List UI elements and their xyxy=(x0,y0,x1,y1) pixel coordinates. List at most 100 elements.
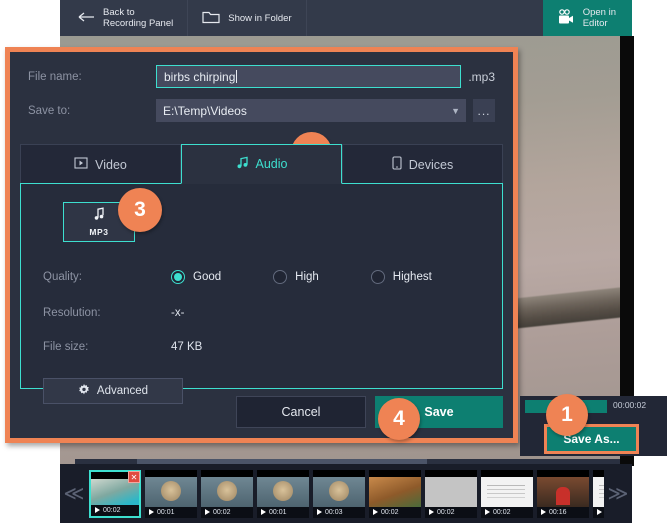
step-badge-1: 1 xyxy=(546,394,588,436)
top-toolbar: Back to Recording Panel Show in Folder O… xyxy=(60,0,632,36)
list-item[interactable]: 00:02 xyxy=(481,469,533,518)
save-to-row: Save to: E:\Temp\Videos ▼ ... xyxy=(28,98,495,123)
cancel-button[interactable]: Cancel xyxy=(236,396,366,428)
browse-folder-button[interactable]: ... xyxy=(473,99,495,122)
thumbnail-duration: 00:02 xyxy=(437,508,455,516)
list-item[interactable]: 00:01 xyxy=(593,469,604,518)
quality-option-high[interactable]: High xyxy=(273,270,319,284)
thumbnail-footer: 00:02 xyxy=(369,506,421,518)
thumbnail-duration: 00:01 xyxy=(157,508,175,516)
dialog-fields: File name: birbs chirping .mp3 Save to: … xyxy=(10,52,513,140)
list-item[interactable]: 00:01 xyxy=(257,469,309,518)
quality-label: Quality: xyxy=(43,271,82,283)
tab-audio[interactable]: Audio xyxy=(181,144,342,184)
play-icon xyxy=(261,509,266,515)
thumbnail-footer: 00:02 xyxy=(91,504,139,516)
play-icon xyxy=(485,509,490,515)
arrow-left-icon xyxy=(78,11,95,26)
format-mp3-label: MP3 xyxy=(89,227,109,237)
quality-row: Quality: Good High Highest xyxy=(43,266,480,288)
list-item[interactable]: 00:02 xyxy=(201,469,253,518)
tab-audio-label: Audio xyxy=(255,157,288,171)
text-caret xyxy=(236,70,238,83)
thumbnail-image xyxy=(425,476,477,507)
resolution-row: Resolution: -x- xyxy=(43,302,480,324)
thumbnail-image xyxy=(369,476,421,507)
save-to-value: E:\Temp\Videos xyxy=(163,103,247,118)
resolution-value: -x- xyxy=(171,307,185,319)
quality-option-high-label: High xyxy=(295,271,319,283)
thumbnail-duration: 00:02 xyxy=(213,508,231,516)
thumbnail-footer: 00:02 xyxy=(201,506,253,518)
list-item[interactable]: 00:01 xyxy=(145,469,197,518)
phone-icon xyxy=(392,156,402,173)
music-note-icon xyxy=(236,156,249,172)
tab-devices[interactable]: Devices xyxy=(342,144,503,184)
show-in-folder-label: Show in Folder xyxy=(228,12,292,24)
file-name-label: File name: xyxy=(28,70,82,83)
thumbnail-image xyxy=(313,476,365,507)
back-button-label: Back to Recording Panel xyxy=(103,7,174,29)
quality-option-good-label: Good xyxy=(193,271,222,283)
list-item[interactable]: 00:02 xyxy=(369,469,421,518)
playback-timestamp: 00:00:02 xyxy=(613,400,647,410)
resolution-label: Resolution: xyxy=(43,307,101,319)
thumbnail-footer: 00:03 xyxy=(313,506,365,518)
audio-settings-panel: MP3 Quality: Good High Highest Resolutio… xyxy=(20,183,503,404)
play-icon xyxy=(95,507,100,513)
filesize-row: File size: 47 KB xyxy=(43,336,480,358)
dialog-actions: Cancel Save xyxy=(10,386,513,438)
list-item[interactable]: 00:03 xyxy=(313,469,365,518)
list-item[interactable]: 00:16 xyxy=(537,469,589,518)
format-tabs: Video Audio Devices xyxy=(20,144,503,184)
thumbnail-image xyxy=(481,476,533,507)
thumbnail-duration: 00:02 xyxy=(381,508,399,516)
file-extension-label: .mp3 xyxy=(468,69,495,84)
thumbnail-duration: 00:02 xyxy=(493,508,511,516)
film-icon xyxy=(74,157,88,172)
thumbnail-duration: 00:01 xyxy=(269,508,287,516)
open-in-editor-button[interactable]: Open in Editor xyxy=(542,0,632,36)
chevron-down-icon: ▼ xyxy=(451,105,460,116)
thumbnail-footer: 00:02 xyxy=(425,506,477,518)
show-in-folder-button[interactable]: Show in Folder xyxy=(188,0,307,36)
thumbnail-duration: 00:02 xyxy=(103,506,121,514)
filesize-label: File size: xyxy=(43,341,89,353)
thumbnail-footer: 00:02 xyxy=(481,506,533,518)
thumbnail-image xyxy=(201,476,253,507)
close-icon[interactable]: ✕ xyxy=(128,470,140,483)
play-icon xyxy=(317,509,322,515)
thumbnail-image xyxy=(537,476,589,507)
quality-option-good[interactable]: Good xyxy=(171,270,221,284)
folder-icon xyxy=(202,9,220,27)
thumbnail-image xyxy=(145,476,197,507)
filmstrip: ≪ ✕ 00:02 00:01 00:02 00:01 00:03 00:02 … xyxy=(60,464,632,523)
chevron-double-left-icon[interactable]: ≪ xyxy=(60,464,88,523)
file-name-row: File name: birbs chirping .mp3 xyxy=(28,64,495,89)
play-icon xyxy=(429,509,434,515)
filesize-value: 47 KB xyxy=(171,341,203,353)
radio-dot xyxy=(171,270,185,284)
chevron-double-right-icon[interactable]: ≫ xyxy=(604,464,632,523)
radio-dot xyxy=(273,270,288,284)
back-to-recording-panel-button[interactable]: Back to Recording Panel xyxy=(60,0,189,36)
list-item[interactable]: 00:02 xyxy=(425,469,477,518)
filmstrip-items: ✕ 00:02 00:01 00:02 00:01 00:03 00:02 00… xyxy=(88,469,604,518)
save-to-label: Save to: xyxy=(28,104,71,117)
thumbnail-footer: 00:01 xyxy=(257,506,309,518)
radio-dot xyxy=(370,270,385,284)
save-to-dropdown[interactable]: E:\Temp\Videos ▼ xyxy=(156,99,466,122)
play-icon xyxy=(205,509,210,515)
tab-video[interactable]: Video xyxy=(20,144,181,184)
list-item[interactable]: ✕ 00:02 xyxy=(89,469,141,518)
quality-option-highest-label: Highest xyxy=(392,271,432,283)
step-badge-3: 3 xyxy=(118,188,162,232)
quality-option-highest[interactable]: Highest xyxy=(370,270,432,284)
step-badge-4: 4 xyxy=(378,398,420,440)
thumbnail-duration: 00:03 xyxy=(325,508,343,516)
save-file-dialog: File name: birbs chirping .mp3 Save to: … xyxy=(10,52,513,438)
thumbnail-duration: 00:16 xyxy=(549,508,567,516)
file-name-input[interactable]: birbs chirping xyxy=(156,65,462,88)
music-note-icon xyxy=(93,207,106,226)
